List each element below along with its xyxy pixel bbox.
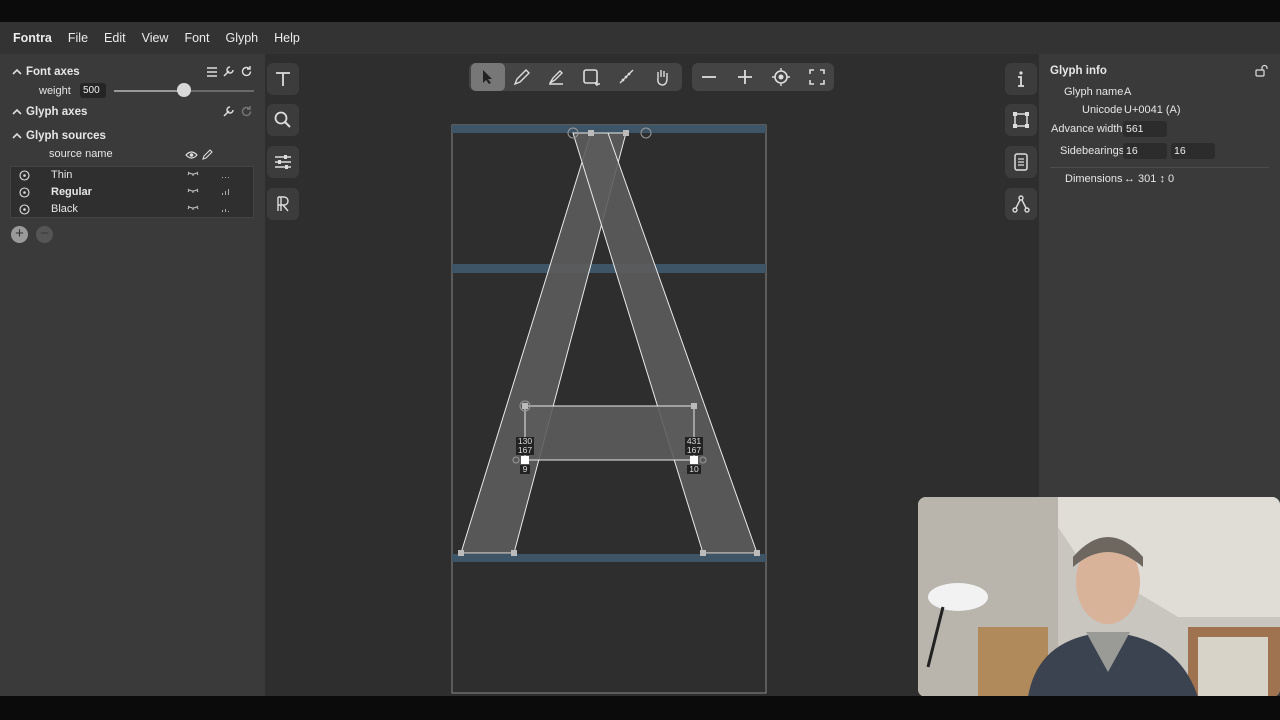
coord-y: 167 [686, 445, 702, 455]
eye-closed-icon[interactable] [187, 171, 199, 177]
menu-view[interactable]: View [142, 31, 169, 45]
selected-point[interactable] [521, 456, 529, 464]
glyph-name-value[interactable]: A [1124, 86, 1131, 98]
source-name: Black [51, 203, 78, 215]
reset-icon[interactable] [240, 105, 253, 118]
font-axes-header[interactable]: Font axes [12, 66, 80, 78]
presenter-video-frame [918, 497, 1280, 697]
crossbar-contour[interactable] [524, 405, 695, 461]
advance-width-input[interactable]: 561 [1123, 121, 1167, 137]
menu-bar: Fontra File Edit View Font Glyph Help [0, 22, 1280, 54]
ascender-line [452, 125, 766, 133]
menu-file[interactable]: File [68, 31, 88, 45]
menu-glyph[interactable]: Glyph [225, 31, 258, 45]
menu-app-name[interactable]: Fontra [13, 31, 52, 45]
glyph-name-label: Glyph name [1064, 86, 1124, 98]
menu-font[interactable]: Font [184, 31, 209, 45]
pencil-icon[interactable] [202, 149, 213, 160]
xheight-line [452, 264, 766, 273]
glyph-axes-title: Glyph axes [26, 106, 88, 118]
glyph-sources-title: Glyph sources [26, 130, 106, 142]
eye-closed-icon[interactable] [187, 205, 199, 211]
source-name: Thin [51, 169, 73, 181]
point-coordinate-label: 431 167 [685, 437, 703, 455]
chevron-down-icon [12, 132, 22, 139]
menu-help[interactable]: Help [274, 31, 300, 45]
weight-bars-icon [222, 177, 229, 178]
menu-list-icon[interactable] [206, 66, 218, 78]
lock-open-icon[interactable] [1255, 64, 1268, 77]
source-row-regular[interactable]: Regular [11, 184, 255, 201]
glyph-info-title: Glyph info [1050, 65, 1107, 77]
source-row-black[interactable]: Black [11, 201, 255, 218]
left-panel: Font axes weight 500 Glyph axes Glyph so… [0, 54, 265, 696]
unicode-value[interactable]: U+0041 (A) [1124, 104, 1181, 116]
chevron-down-icon [12, 68, 22, 75]
webcam-overlay [918, 497, 1280, 697]
point-index-label: 9 [520, 465, 530, 474]
right-sidebearing-input[interactable]: 16 [1171, 143, 1215, 159]
wrench-icon[interactable] [222, 105, 235, 118]
eye-icon[interactable] [185, 150, 198, 160]
divider [1050, 167, 1269, 168]
radio-icon[interactable] [19, 204, 30, 215]
dimensions-value: ↔ 301 ↕ 0 [1124, 173, 1175, 185]
bottom-system-bar [0, 696, 1280, 720]
weight-axis-label: weight [39, 85, 71, 97]
weight-bars-icon [222, 189, 229, 195]
radio-icon[interactable] [19, 187, 30, 198]
sources-list: Thin Regular Black [10, 166, 254, 218]
weight-bars-icon [222, 209, 229, 212]
reset-icon[interactable] [240, 65, 253, 78]
add-source-button[interactable]: + [11, 226, 28, 243]
top-system-bar [0, 0, 1280, 22]
baseline-line [452, 554, 766, 562]
glyph-sources-header[interactable]: Glyph sources [12, 130, 106, 142]
weight-slider-knob[interactable] [177, 83, 191, 97]
menu-edit[interactable]: Edit [104, 31, 126, 45]
eye-closed-icon[interactable] [187, 188, 199, 194]
wrench-icon[interactable] [222, 65, 235, 78]
weight-slider-fill [114, 90, 184, 92]
source-name-header: source name [49, 148, 113, 160]
glyph-axes-header[interactable]: Glyph axes [12, 106, 87, 118]
point-index-label: 10 [687, 465, 701, 474]
sidebearings-label: Sidebearings [1060, 145, 1125, 157]
chevron-down-icon [12, 108, 22, 115]
font-axes-title: Font axes [26, 66, 80, 78]
advance-width-label: Advance width [1051, 123, 1123, 135]
radio-icon[interactable] [19, 170, 30, 181]
unicode-label: Unicode [1082, 104, 1123, 116]
source-name: Regular [51, 186, 92, 198]
right-stem-contour[interactable] [572, 132, 758, 554]
weight-value-input[interactable]: 500 [80, 83, 106, 98]
dimensions-label: Dimensions [1065, 173, 1123, 185]
selected-point[interactable] [690, 456, 698, 464]
left-sidebearing-input[interactable]: 16 [1123, 143, 1167, 159]
source-row-thin[interactable]: Thin [11, 167, 255, 184]
point-coordinate-label: 130 167 [516, 437, 534, 455]
remove-source-button[interactable]: − [36, 226, 53, 243]
coord-y: 167 [517, 445, 533, 455]
